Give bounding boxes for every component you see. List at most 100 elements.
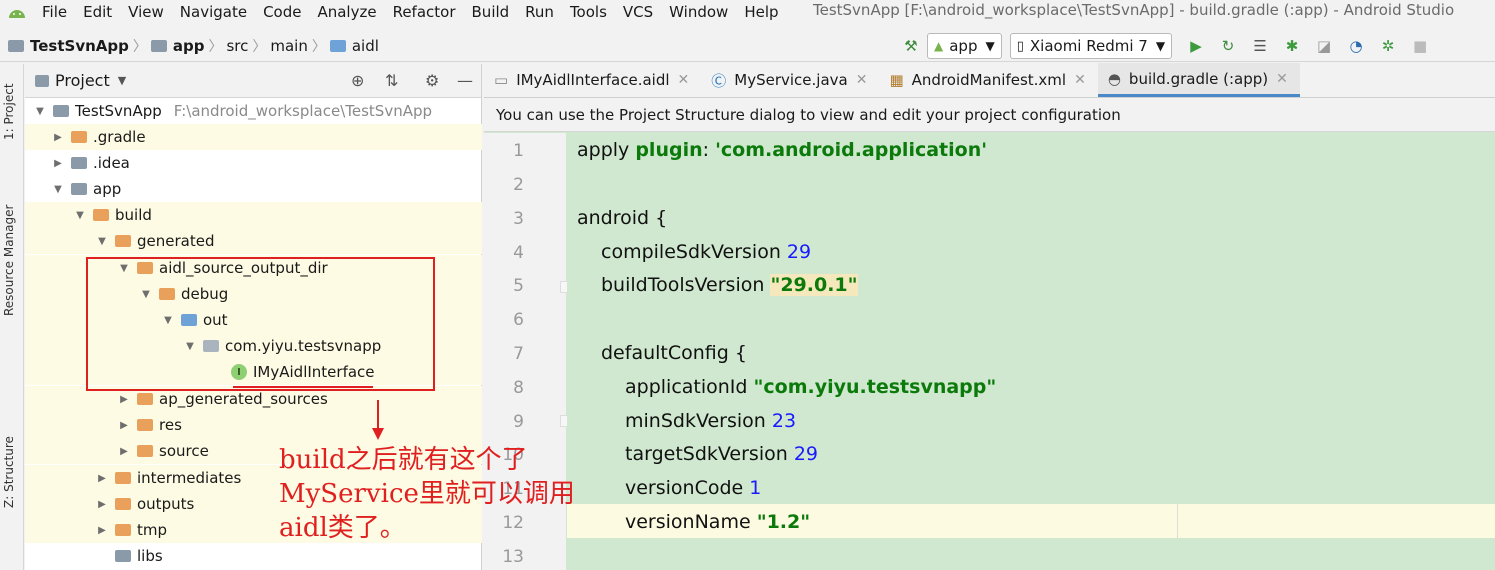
- module-folder-icon: [150, 39, 167, 52]
- menu-window[interactable]: Window: [661, 1, 736, 23]
- line-number: 7: [513, 344, 524, 364]
- tree-item-label: generated: [137, 232, 215, 250]
- menu-run[interactable]: Run: [517, 1, 562, 23]
- tab-build-gradle[interactable]: ◓ build.gradle (:app) ✕: [1097, 63, 1300, 97]
- chevron-down-icon[interactable]: ▼: [118, 74, 126, 87]
- tree-item-libs[interactable]: libs: [25, 543, 482, 569]
- stop-icon[interactable]: ■: [1410, 36, 1430, 56]
- apply-changes-icon[interactable]: ↻: [1218, 36, 1238, 56]
- folder-icon: [137, 445, 153, 457]
- collapsed-arrow-icon[interactable]: ▶: [51, 132, 65, 143]
- close-icon[interactable]: ✕: [678, 72, 690, 88]
- debug-icon[interactable]: ✱: [1282, 36, 1302, 56]
- tab-label: MyService.java: [734, 71, 848, 89]
- close-icon[interactable]: ✕: [1276, 71, 1288, 87]
- tree-item-root[interactable]: ▼ TestSvnApp F:\android_worksplace\TestS…: [25, 98, 482, 124]
- chevron-down-icon: ▼: [985, 39, 995, 53]
- project-panel-header: Project ▼ ⊕ ⇅ ⚙ —: [25, 64, 481, 98]
- minimize-icon[interactable]: —: [457, 71, 473, 90]
- tab-structure[interactable]: Z: Structure: [2, 436, 16, 508]
- menu-edit[interactable]: Edit: [75, 1, 120, 23]
- breadcrumb-item-src[interactable]: src: [226, 37, 248, 55]
- coverage-icon[interactable]: ◪: [1314, 36, 1334, 56]
- root-path: F:\android_worksplace\TestSvnApp: [173, 102, 433, 120]
- menu-navigate[interactable]: Navigate: [172, 1, 255, 23]
- code-area[interactable]: apply plugin: 'com.android.application' …: [567, 133, 1495, 570]
- code-line-5: buildToolsVersion "29.0.1": [601, 274, 858, 296]
- expanded-arrow-icon[interactable]: ▼: [95, 236, 109, 247]
- tree-item-generated[interactable]: ▼ generated: [25, 228, 482, 254]
- line-number: 4: [513, 243, 524, 263]
- menu-build[interactable]: Build: [464, 1, 518, 23]
- tree-item-label: tmp: [137, 521, 168, 539]
- close-icon[interactable]: ✕: [856, 72, 868, 88]
- tab-label: IMyAidlInterface.aidl: [516, 71, 670, 89]
- tree-item-gradle[interactable]: ▶ .gradle: [25, 124, 482, 150]
- menu-vcs[interactable]: VCS: [615, 1, 661, 23]
- tree-item-build[interactable]: ▼ build: [25, 202, 482, 228]
- run-configuration-select[interactable]: ▲ app ▼: [927, 33, 1002, 59]
- device-select[interactable]: ▯ Xiaomi Redmi 7 ▼: [1009, 33, 1173, 59]
- collapse-all-icon[interactable]: ⇅: [385, 71, 398, 90]
- breadcrumb-item-main[interactable]: main: [270, 37, 307, 55]
- collapsed-arrow-icon[interactable]: ▶: [117, 394, 131, 405]
- tab-project-tool[interactable]: 1: Project: [2, 83, 16, 140]
- aidl-file-icon: ▭: [494, 71, 509, 89]
- annotation-note: build之后就有这个了 MyService里就可以调用 aidl类了。: [279, 443, 575, 545]
- menu-file[interactable]: File: [34, 1, 75, 23]
- menu-code[interactable]: Code: [255, 1, 309, 23]
- apply-code-changes-icon[interactable]: ☰: [1250, 36, 1270, 56]
- project-panel-title[interactable]: Project: [55, 71, 110, 90]
- tree-item-label: intermediates: [137, 469, 242, 487]
- run-icon[interactable]: ▶: [1186, 36, 1206, 56]
- profile-icon[interactable]: ◔: [1346, 36, 1366, 56]
- menu-tools[interactable]: Tools: [562, 1, 615, 23]
- breadcrumb-item-project[interactable]: TestSvnApp: [30, 37, 129, 55]
- tab-myservice-java[interactable]: Ⓒ MyService.java ✕: [701, 63, 879, 97]
- chevron-right-icon: 〉: [252, 38, 267, 55]
- close-icon[interactable]: ✕: [1074, 72, 1086, 88]
- code-line-12: versionName "1.2": [625, 511, 811, 533]
- run-configuration-value: app: [949, 37, 978, 55]
- tree-item-label: .gradle: [93, 128, 146, 146]
- tab-androidmanifest-xml[interactable]: ▦ AndroidManifest.xml ✕: [879, 63, 1097, 97]
- tree-item-label: source: [159, 442, 209, 460]
- tab-imyaidlinterface-aidl[interactable]: ▭ IMyAidlInterface.aidl ✕: [484, 63, 701, 97]
- tab-label: build.gradle (:app): [1128, 69, 1269, 88]
- tree-item-label: app: [93, 180, 122, 198]
- locate-target-icon[interactable]: ⊕: [351, 71, 364, 90]
- collapsed-arrow-icon[interactable]: ▶: [51, 158, 65, 169]
- menu-help[interactable]: Help: [736, 1, 786, 23]
- menu-refactor[interactable]: Refactor: [385, 1, 464, 23]
- folder-icon: [137, 419, 153, 431]
- expanded-arrow-icon[interactable]: ▼: [33, 106, 47, 117]
- tree-item-label: libs: [137, 547, 163, 565]
- expanded-arrow-icon[interactable]: ▼: [51, 184, 65, 195]
- collapsed-arrow-icon[interactable]: ▶: [95, 499, 109, 510]
- tab-resource-manager[interactable]: Resource Manager: [2, 205, 16, 316]
- gear-icon[interactable]: ⚙: [425, 71, 439, 90]
- line-number: 5: [513, 276, 524, 296]
- line-number: 9: [513, 412, 524, 432]
- code-line-10: targetSdkVersion 29: [625, 443, 818, 465]
- tree-item-idea[interactable]: ▶ .idea: [25, 150, 482, 176]
- collapsed-arrow-icon[interactable]: ▶: [95, 473, 109, 484]
- breadcrumb: TestSvnApp 〉 app 〉 src 〉 main 〉 aidl: [0, 36, 379, 56]
- tree-item-app[interactable]: ▼ app: [25, 176, 482, 202]
- collapsed-arrow-icon[interactable]: ▶: [117, 420, 131, 431]
- navigation-bar: TestSvnApp 〉 app 〉 src 〉 main 〉 aidl ⚒ ▲…: [0, 30, 1495, 62]
- collapsed-arrow-icon[interactable]: ▶: [95, 525, 109, 536]
- chevron-down-icon: ▼: [1155, 39, 1166, 53]
- collapsed-arrow-icon[interactable]: ▶: [117, 446, 131, 457]
- breadcrumb-item-aidl[interactable]: aidl: [352, 37, 379, 55]
- expanded-arrow-icon[interactable]: ▼: [73, 210, 87, 221]
- attach-debugger-icon[interactable]: ✲: [1378, 36, 1398, 56]
- line-number: 6: [513, 310, 524, 330]
- tree-item-res[interactable]: ▶ res: [25, 412, 482, 438]
- breadcrumb-item-app[interactable]: app: [173, 37, 205, 55]
- menu-analyze[interactable]: Analyze: [309, 1, 384, 23]
- menu-view[interactable]: View: [120, 1, 172, 23]
- hammer-build-icon[interactable]: ⚒: [901, 36, 921, 56]
- project-view-icon: [35, 74, 49, 87]
- tree-item-label: .idea: [93, 154, 130, 172]
